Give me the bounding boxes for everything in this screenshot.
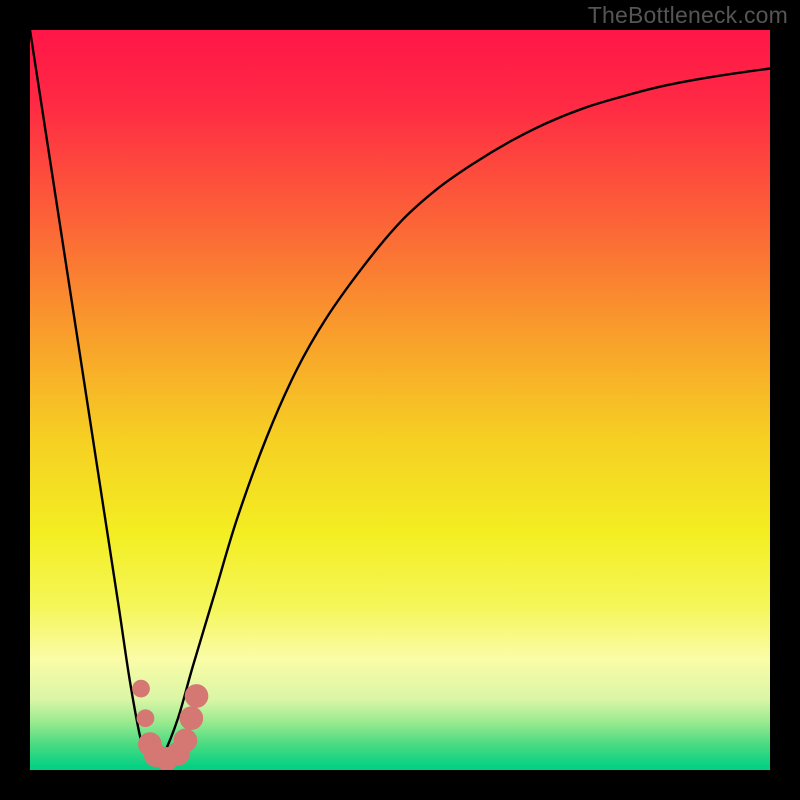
optimal-marker-dot <box>179 706 203 730</box>
chart-frame: TheBottleneck.com <box>0 0 800 800</box>
optimal-marker-dot <box>174 729 198 753</box>
optimal-marker-group <box>132 680 208 770</box>
optimal-marker-dot <box>137 709 155 727</box>
bottleneck-curve <box>30 30 770 770</box>
watermark-label: TheBottleneck.com <box>588 2 788 29</box>
optimal-marker-dot <box>132 680 150 698</box>
optimal-marker-dot <box>185 684 209 708</box>
series-line <box>30 30 770 763</box>
plot-area <box>30 30 770 770</box>
